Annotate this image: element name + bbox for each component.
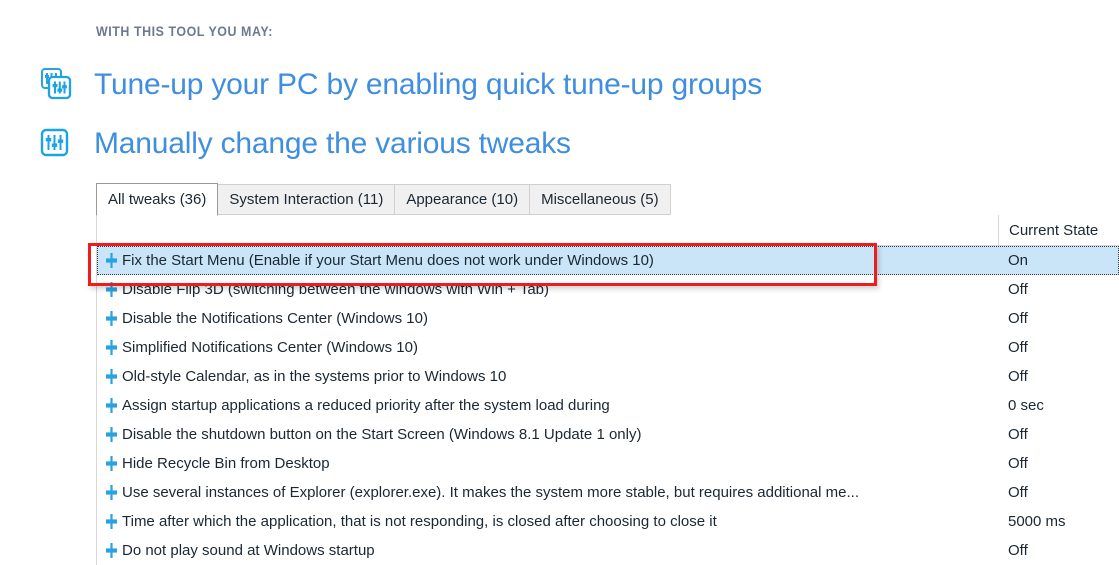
table-row[interactable]: Do not play sound at Windows startup Off	[97, 536, 1119, 565]
table-row[interactable]: Disable the shutdown button on the Start…	[97, 420, 1119, 449]
tab-miscellaneous-label: Miscellaneous (5)	[541, 191, 659, 208]
table-row[interactable]: Use several instances of Explorer (explo…	[97, 478, 1119, 507]
tweak-slider-icon	[102, 391, 120, 420]
table-row-label: Simplified Notifications Center (Windows…	[122, 339, 418, 356]
table-row-state: 5000 ms	[1008, 513, 1066, 530]
table-row[interactable]: Time after which the application, that i…	[97, 507, 1119, 536]
feature-item-manual-tweaks[interactable]: Manually change the various tweaks	[34, 122, 571, 166]
table-row-label: Disable the shutdown button on the Start…	[122, 426, 642, 443]
feature-label-manual-tweaks: Manually change the various tweaks	[94, 127, 571, 160]
table-row-state: Off	[1008, 310, 1028, 327]
feature-item-tuneup[interactable]: Tune-up your PC by enabling quick tune-u…	[34, 63, 762, 107]
table-row-state: Off	[1008, 455, 1028, 472]
tab-appearance[interactable]: Appearance (10)	[395, 184, 531, 215]
table-row-label: Do not play sound at Windows startup	[122, 542, 375, 559]
table-row-label: Disable Flip 3D (switching between the w…	[122, 281, 549, 298]
grid-rows: Fix the Start Menu (Enable if your Start…	[97, 246, 1119, 565]
table-row[interactable]: Disable Flip 3D (switching between the w…	[97, 275, 1119, 304]
tab-system-interaction[interactable]: System Interaction (11)	[218, 184, 396, 215]
feature-label-tuneup: Tune-up your PC by enabling quick tune-u…	[94, 68, 763, 101]
table-row-label: Time after which the application, that i…	[122, 513, 717, 530]
tweak-slider-icon	[102, 536, 120, 565]
column-header-current-state[interactable]: Current State	[998, 215, 1119, 245]
table-row[interactable]: Fix the Start Menu (Enable if your Start…	[97, 246, 1119, 275]
table-row[interactable]: Hide Recycle Bin from Desktop Off	[97, 449, 1119, 478]
sliders-stacked-icon	[34, 63, 78, 107]
sliders-icon	[34, 122, 78, 166]
tab-all-tweaks-label: All tweaks (36)	[108, 191, 207, 208]
table-row-label: Hide Recycle Bin from Desktop	[122, 455, 330, 472]
tweak-slider-icon	[102, 507, 120, 536]
table-row-label: Disable the Notifications Center (Window…	[122, 310, 428, 327]
table-row-label: Assign startup applications a reduced pr…	[122, 397, 610, 414]
tweak-slider-icon	[102, 333, 120, 362]
table-row-state: 0 sec	[1008, 397, 1044, 414]
table-row[interactable]: Assign startup applications a reduced pr…	[97, 391, 1119, 420]
table-row[interactable]: Old-style Calendar, as in the systems pr…	[97, 362, 1119, 391]
tab-appearance-label: Appearance (10)	[406, 191, 519, 208]
grid-header-row: Current State	[97, 215, 1119, 246]
table-row-label: Old-style Calendar, as in the systems pr…	[122, 368, 507, 385]
tab-system-interaction-label: System Interaction (11)	[229, 191, 384, 208]
table-row-state: Off	[1008, 426, 1028, 443]
table-row-state: Off	[1008, 281, 1028, 298]
table-row-label: Fix the Start Menu (Enable if your Start…	[122, 252, 654, 269]
table-row-state: Off	[1008, 339, 1028, 356]
table-row-state: On	[1008, 252, 1029, 269]
tweaks-panel: WITH THIS TOOL YOU MAY: Tune-up your PC …	[0, 0, 1119, 565]
table-row[interactable]: Disable the Notifications Center (Window…	[97, 304, 1119, 333]
table-row-label: Use several instances of Explorer (explo…	[122, 484, 859, 501]
table-row-state: Off	[1008, 484, 1028, 501]
tweaks-grid: Current State Fix the Start Menu (Enable…	[96, 215, 1119, 565]
table-row-state: Off	[1008, 542, 1028, 559]
tweak-slider-icon	[102, 478, 120, 507]
intro-kicker: WITH THIS TOOL YOU MAY:	[96, 24, 273, 39]
tweak-slider-icon	[102, 362, 120, 391]
table-row-state: Off	[1008, 368, 1028, 385]
tab-miscellaneous[interactable]: Miscellaneous (5)	[530, 184, 671, 215]
tab-all-tweaks[interactable]: All tweaks (36)	[96, 183, 219, 216]
tweak-slider-icon	[102, 246, 120, 275]
tweak-slider-icon	[102, 420, 120, 449]
tweak-slider-icon	[102, 449, 120, 478]
table-row[interactable]: Simplified Notifications Center (Windows…	[97, 333, 1119, 362]
tweak-slider-icon	[102, 275, 120, 304]
tabstrip: All tweaks (36) System Interaction (11) …	[96, 183, 671, 216]
tweak-slider-icon	[102, 304, 120, 333]
